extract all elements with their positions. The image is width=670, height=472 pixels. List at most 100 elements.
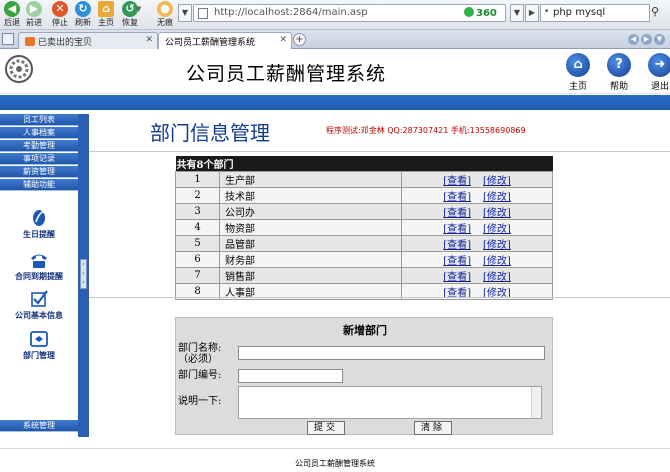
- nav-dropdown-icon[interactable]: ▼: [178, 4, 192, 22]
- department-management-link[interactable]: 部门管理: [0, 330, 78, 361]
- security-badge[interactable]: 360: [464, 7, 497, 19]
- restore-label: 恢复: [122, 18, 138, 27]
- address-bar[interactable]: http://localhost:2864/main.asp 360: [193, 4, 506, 22]
- search-box[interactable]: • php mysql ⚲: [540, 4, 659, 22]
- view-link[interactable]: [查看]: [443, 272, 471, 283]
- traceless-button[interactable]: ● 无痕: [153, 0, 177, 30]
- department-name-label: 部门名称: （必须）: [178, 343, 221, 365]
- forward-button[interactable]: ▶ 前进: [22, 0, 46, 30]
- sidebar-item-salary[interactable]: 薪资管理: [0, 166, 78, 178]
- exit-icon: ➜: [648, 53, 670, 77]
- tab-scroll-left-icon[interactable]: ◀: [628, 34, 639, 45]
- stop-button[interactable]: ✕ 停止: [48, 0, 72, 30]
- edit-link[interactable]: [修改]: [483, 192, 511, 203]
- department-table: 共有8个部门 1 生产部 [查看] [修改] 2 技术部 [查看] [修改] 3 公司办 [查看][…: [175, 156, 553, 300]
- browser-toolbar: ◀ 后退 ▶ 前进 ✕ 停止 ↻ 刷新 ⌂ 主页 ↺ 恢复 ▼ ● 无痕 ▼ h…: [0, 0, 670, 30]
- edit-link[interactable]: [修改]: [483, 224, 511, 235]
- edit-link[interactable]: [修改]: [483, 176, 511, 187]
- chevron-down-icon[interactable]: ▼: [136, 5, 141, 13]
- edit-link[interactable]: [修改]: [483, 272, 511, 283]
- divider: [89, 151, 670, 152]
- help-label: 帮助: [609, 82, 628, 92]
- contract-expiry-label: 合同到期提醒: [15, 272, 63, 281]
- department-actions: [查看] [修改]: [401, 267, 553, 284]
- address-dropdown-icon[interactable]: ▼: [510, 4, 524, 22]
- department-no: 7: [175, 267, 220, 284]
- department-actions: [查看] [修改]: [401, 187, 553, 204]
- home-button[interactable]: ⌂ 主页: [564, 53, 592, 92]
- exit-button[interactable]: ➜ 退出: [646, 53, 670, 92]
- checkbox-icon: [31, 290, 48, 307]
- forward-label: 前进: [26, 18, 42, 27]
- view-link[interactable]: [查看]: [443, 192, 471, 203]
- new-tab-icon[interactable]: +: [293, 33, 306, 46]
- department-icon: [30, 331, 48, 347]
- help-button[interactable]: ? 帮助: [605, 53, 633, 92]
- exit-label: 退出: [650, 82, 669, 92]
- reset-button[interactable]: 清除: [414, 421, 452, 435]
- sidebar-item-aux-functions[interactable]: 辅助功能: [0, 179, 78, 191]
- edit-link[interactable]: [修改]: [483, 240, 511, 251]
- tab-sold-items[interactable]: 已卖出的宝贝 ✕: [18, 32, 158, 49]
- description-textarea[interactable]: [238, 386, 542, 419]
- birthday-label: 生日提醒: [23, 230, 55, 239]
- tab-salary-system[interactable]: 公司员工薪酬管理系统 ✕: [158, 32, 292, 49]
- table-row: 3 公司办 [查看] [修改]: [175, 203, 553, 220]
- close-icon[interactable]: ✕: [279, 35, 287, 45]
- contract-expiry-link[interactable]: 合同到期提醒: [0, 251, 78, 282]
- tab-scroll-right-icon[interactable]: ▶: [641, 34, 652, 45]
- scrollbar[interactable]: [531, 387, 541, 418]
- department-no: 2: [175, 187, 220, 204]
- department-name-input[interactable]: [238, 346, 545, 360]
- sidebar-item-system-management[interactable]: 系统管理: [0, 420, 78, 432]
- sidebar-item-records[interactable]: 事项记录: [0, 153, 78, 165]
- security-badge-text: 360: [476, 8, 497, 19]
- sidebar-item-employee-list[interactable]: 员工列表: [0, 114, 78, 126]
- submit-button[interactable]: 提交: [307, 421, 345, 435]
- table-row: 5 品管部 [查看] [修改]: [175, 235, 553, 252]
- tab-list-icon[interactable]: ▼: [654, 34, 665, 45]
- back-button[interactable]: ◀ 后退: [0, 0, 24, 30]
- company-logo: [5, 55, 33, 83]
- phone-icon: [31, 254, 47, 268]
- address-url[interactable]: http://localhost:2864/main.asp: [214, 7, 368, 18]
- restore-button[interactable]: ↺ 恢复 ▼: [118, 0, 142, 30]
- close-icon[interactable]: ✕: [145, 35, 153, 45]
- refresh-icon: ↻: [75, 1, 91, 17]
- company-info-label: 公司基本信息: [15, 311, 63, 320]
- go-arrow-icon[interactable]: ▶: [525, 4, 539, 22]
- system-title: 公司员工薪酬管理系统: [186, 63, 387, 85]
- department-name: 销售部: [219, 267, 402, 284]
- sidebar-item-personnel-files[interactable]: 人事档案: [0, 127, 78, 139]
- home-nav-button[interactable]: ⌂ 主页: [94, 0, 118, 30]
- department-no: 1: [175, 171, 220, 188]
- birthday-icon: [33, 210, 45, 226]
- edit-link[interactable]: [修改]: [483, 208, 511, 219]
- forward-arrow-icon: ▶: [26, 1, 42, 17]
- footer-text: 公司员工薪酬管理系统: [295, 459, 375, 468]
- department-name: 生产部: [219, 171, 402, 188]
- search-input[interactable]: php mysql: [553, 7, 605, 18]
- view-link[interactable]: [查看]: [443, 208, 471, 219]
- company-info-link[interactable]: 公司基本信息: [0, 290, 78, 321]
- view-link[interactable]: [查看]: [443, 256, 471, 267]
- view-link[interactable]: [查看]: [443, 240, 471, 251]
- required-note: （必须）: [178, 354, 218, 365]
- department-name: 品管部: [219, 235, 402, 252]
- view-link[interactable]: [查看]: [443, 176, 471, 187]
- department-no: 3: [175, 203, 220, 220]
- view-link[interactable]: [查看]: [443, 224, 471, 235]
- edit-link[interactable]: [修改]: [483, 256, 511, 267]
- collapse-handle-icon[interactable]: ‹ ‹ ‹: [80, 259, 87, 289]
- search-engine-icon[interactable]: •: [544, 7, 549, 17]
- page-title: 部门信息管理: [150, 121, 270, 145]
- search-icon[interactable]: ⚲: [651, 5, 667, 23]
- sidebar-toggle-icon[interactable]: [2, 33, 14, 45]
- stop-label: 停止: [52, 18, 68, 27]
- refresh-button[interactable]: ↻ 刷新: [71, 0, 95, 30]
- traceless-label: 无痕: [157, 18, 173, 27]
- sidebar-item-attendance[interactable]: 考勤管理: [0, 140, 78, 152]
- department-code-input[interactable]: [238, 369, 343, 383]
- birthday-reminder-link[interactable]: 生日提醒: [0, 209, 78, 240]
- shield-icon: [464, 7, 474, 17]
